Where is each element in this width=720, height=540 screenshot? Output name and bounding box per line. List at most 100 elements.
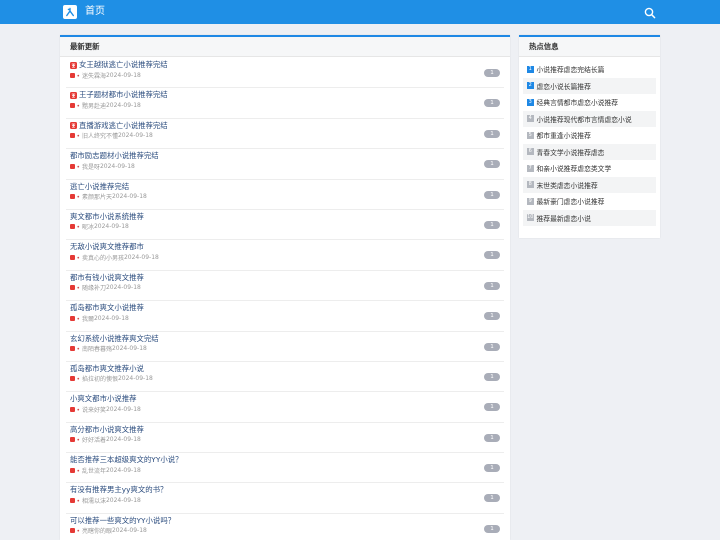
site-logo-icon[interactable]: [63, 5, 77, 19]
author-name[interactable]: 我爾: [77, 314, 94, 323]
latest-item-meta: 卖真心的小男孩2024-09-18: [70, 252, 500, 262]
latest-item[interactable]: 爽文都市小说系统推荐昵冰2024-09-181: [66, 210, 504, 241]
post-date: 2024-09-18: [105, 101, 141, 109]
comment-count-badge: 1: [484, 433, 500, 442]
latest-item-title-row: 玄幻系统小说推荐爽文完结: [70, 334, 500, 344]
latest-item-body: 王子题材都市小说推荐完结黯男赴迪2024-09-18: [70, 90, 500, 110]
latest-item-title[interactable]: 直播游戏逃亡小说推荐完结: [79, 121, 168, 131]
hot-item-title[interactable]: 末世类虐恋小说推荐: [537, 180, 598, 190]
post-date: 2024-09-18: [93, 223, 129, 231]
latest-item-title[interactable]: 逃亡小说推荐完结: [70, 182, 129, 192]
latest-item[interactable]: 可以推荐一些爽文的YY小说吗？亮瞎你的眼2024-09-181: [66, 514, 504, 540]
latest-item-title-row: 孤岛都市爽文小说推荐: [70, 303, 500, 313]
hot-item[interactable]: 1 小说推荐虐恋完结长篇: [523, 61, 656, 78]
comment-count-badge: 1: [484, 342, 500, 351]
latest-item-title-row: 逃亡小说推荐完结: [70, 182, 500, 192]
latest-item-title[interactable]: 孤岛都市爽文推荐小说: [70, 364, 144, 374]
author-name[interactable]: 相濡以沫: [77, 496, 106, 505]
hot-item[interactable]: 9 最新豪门虐恋小说推荐: [523, 193, 656, 210]
latest-item-title[interactable]: 孤岛都市爽文小说推荐: [70, 303, 144, 313]
latest-item-title-row: 小爽文都市小说推荐: [70, 394, 500, 404]
author-name[interactable]: 南陌春暮殇: [77, 344, 112, 353]
hot-item-title[interactable]: 虐恋小说长篇推荐: [537, 81, 591, 91]
latest-item[interactable]: 都市励志题材小说推荐完结我是呀2024-09-181: [66, 149, 504, 180]
rank-badge: 10: [527, 214, 534, 222]
hot-item-title[interactable]: 小说推荐现代都市言情虐恋小说: [537, 114, 632, 124]
latest-item[interactable]: 孤岛都市爽文推荐小说掐拉初的懊恨2024-09-181: [66, 362, 504, 393]
hot-item[interactable]: 2 虐恋小说长篇推荐: [523, 77, 656, 94]
latest-item[interactable]: 玄幻系统小说推荐爽文完结南陌春暮殇2024-09-181: [66, 332, 504, 362]
hot-item-title[interactable]: 和亲小说推荐虐恋类文学: [537, 163, 612, 173]
hot-item[interactable]: 10 推荐最新虐恋小说: [523, 209, 656, 226]
latest-item-title[interactable]: 王子题材都市小说推荐完结: [79, 90, 168, 100]
latest-item-title[interactable]: 有没有推荐男主yy爽文的书？: [70, 485, 167, 495]
latest-item-body: 女王越狱逃亡小说推荐完结迷失霖海2024-09-18: [70, 60, 500, 80]
latest-item[interactable]: 小爽文都市小说推荐说来好笑2024-09-181: [66, 392, 504, 423]
author-avatar-icon: [70, 285, 75, 291]
author-avatar-icon: [70, 224, 75, 230]
author-avatar-icon: [70, 467, 75, 473]
latest-item-title[interactable]: 都市有钱小说爽文推荐: [70, 273, 144, 283]
latest-item[interactable]: 直播游戏逃亡小说推荐完结旧人终究不懂2024-09-181: [66, 119, 504, 150]
nav-home-link[interactable]: 首页: [85, 0, 105, 24]
comment-count-badge: 1: [484, 281, 500, 290]
author-name[interactable]: 亮瞎你的眼: [77, 526, 112, 535]
latest-item-title[interactable]: 玄幻系统小说推荐爽文完结: [70, 334, 159, 344]
author-name[interactable]: 昵冰: [77, 222, 94, 231]
rank-badge: 3: [527, 98, 534, 106]
hot-item-title[interactable]: 都市重逢小说推荐: [537, 130, 591, 140]
author-name[interactable]: 黯男赴迪: [77, 101, 106, 110]
author-name[interactable]: 随缘补刀: [77, 283, 106, 292]
latest-item-title[interactable]: 能否推荐三本超级爽文的YY小说？: [70, 455, 183, 465]
latest-updates-heading: 最新更新: [60, 37, 510, 57]
hot-item[interactable]: 4 小说推荐现代都市言情虐恋小说: [523, 110, 656, 127]
hot-item[interactable]: 6 青春文学小说推荐虐恋: [523, 143, 656, 160]
hot-item[interactable]: 3 经典言情都市虐恋小说推荐: [523, 94, 656, 111]
hot-item[interactable]: 5 都市重逢小说推荐: [523, 127, 656, 144]
author-name[interactable]: 说来好笑: [77, 405, 106, 414]
latest-item-title-row: 爽文都市小说系统推荐: [70, 212, 500, 222]
hot-item-title[interactable]: 推荐最新虐恋小说: [537, 213, 591, 223]
author-name[interactable]: 掐拉初的懊恨: [77, 374, 118, 383]
post-date: 2024-09-18: [99, 162, 135, 170]
comment-count-badge: 1: [484, 524, 500, 533]
latest-item[interactable]: 有没有推荐男主yy爽文的书？相濡以沫2024-09-181: [66, 483, 504, 514]
latest-updates-list: 女王越狱逃亡小说推荐完结迷失霖海2024-09-181王子题材都市小说推荐完结黯…: [66, 57, 504, 540]
latest-item[interactable]: 无敌小说爽文推荐都市卖真心的小男孩2024-09-181: [66, 240, 504, 271]
latest-item[interactable]: 能否推荐三本超级爽文的YY小说？乱世流年2024-09-181: [66, 453, 504, 484]
latest-item[interactable]: 王子题材都市小说推荐完结黯男赴迪2024-09-181: [66, 88, 504, 119]
rank-badge: 2: [527, 82, 534, 90]
author-name[interactable]: 乱世流年: [77, 466, 106, 475]
latest-item-title[interactable]: 都市励志题材小说推荐完结: [70, 151, 159, 161]
author-name[interactable]: 我是呀: [77, 162, 100, 171]
latest-item-title[interactable]: 小爽文都市小说推荐: [70, 394, 137, 404]
author-name[interactable]: 好好活着: [77, 435, 106, 444]
latest-item-title[interactable]: 女王越狱逃亡小说推荐完结: [79, 60, 168, 70]
comment-count-badge: 1: [484, 190, 500, 199]
latest-item[interactable]: 孤岛都市爽文小说推荐我爾2024-09-181: [66, 301, 504, 332]
author-name[interactable]: 素颜那片天: [77, 192, 112, 201]
author-name[interactable]: 卖真心的小男孩: [77, 253, 124, 262]
author-avatar-icon: [70, 102, 75, 108]
latest-item-title[interactable]: 爽文都市小说系统推荐: [70, 212, 144, 222]
latest-item-body: 孤岛都市爽文小说推荐我爾2024-09-18: [70, 303, 500, 323]
hot-item-title[interactable]: 青春文学小说推荐虐恋: [537, 147, 605, 157]
latest-item[interactable]: 逃亡小说推荐完结素颜那片天2024-09-181: [66, 180, 504, 210]
latest-item-title[interactable]: 可以推荐一些爽文的YY小说吗？: [70, 516, 175, 526]
hot-item[interactable]: 7 和亲小说推荐虐恋类文学: [523, 160, 656, 177]
latest-item[interactable]: 高分都市小说爽文推荐好好活着2024-09-181: [66, 423, 504, 454]
latest-item-title[interactable]: 无敌小说爽文推荐都市: [70, 242, 144, 252]
latest-item[interactable]: 都市有钱小说爽文推荐随缘补刀2024-09-181: [66, 271, 504, 302]
hot-item-title[interactable]: 小说推荐虐恋完结长篇: [537, 64, 605, 74]
post-date: 2024-09-18: [117, 132, 153, 140]
latest-item[interactable]: 女王越狱逃亡小说推荐完结迷失霖海2024-09-181: [66, 58, 504, 89]
latest-item-title-row: 高分都市小说爽文推荐: [70, 425, 500, 435]
author-avatar-icon: [70, 163, 75, 169]
author-name[interactable]: 旧人终究不懂: [77, 131, 118, 140]
search-icon[interactable]: [643, 6, 656, 19]
author-name[interactable]: 迷失霖海: [77, 71, 106, 80]
latest-item-title[interactable]: 高分都市小说爽文推荐: [70, 425, 144, 435]
hot-item[interactable]: 8 末世类虐恋小说推荐: [523, 176, 656, 193]
hot-item-title[interactable]: 经典言情都市虐恋小说推荐: [537, 97, 619, 107]
hot-item-title[interactable]: 最新豪门虐恋小说推荐: [537, 196, 605, 206]
